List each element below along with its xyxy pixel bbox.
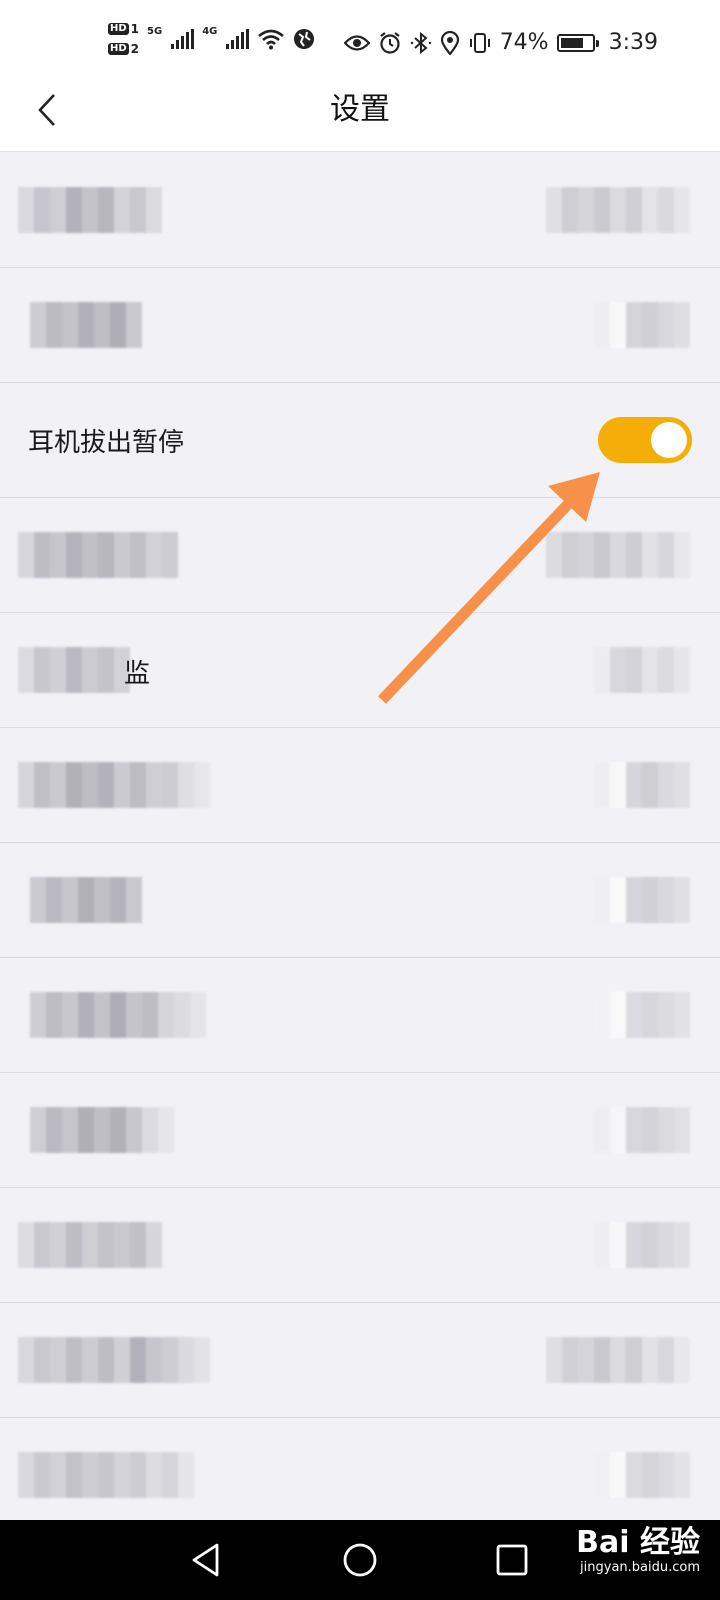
pixelated-toggle [594,1452,690,1498]
pixelated-label [18,762,210,808]
watermark-logo: Bai 经验 [576,1525,700,1560]
location-icon [440,30,459,55]
pixelated-label [18,647,130,693]
pixelated-label [30,877,142,923]
pixelated-toggle [594,647,690,693]
settings-row-blurred[interactable] [0,1418,720,1509]
settings-row-blurred[interactable] [0,1188,720,1303]
pixelated-toggle [594,302,690,348]
hd-indicators: HD 1 HD 2 [108,22,139,56]
settings-row-blurred[interactable] [0,958,720,1073]
back-triangle-icon [192,1543,219,1577]
pixelated-value [546,1337,690,1383]
pixelated-label [18,1222,162,1268]
recents-square-icon [496,1544,528,1576]
settings-row-blurred[interactable] [0,498,720,613]
headphone-pause-toggle[interactable] [598,417,692,463]
alarm-icon [380,31,400,54]
title-bar: 设置 [0,90,720,152]
pixelated-toggle [594,1107,690,1153]
nav-back-button[interactable] [184,1538,228,1582]
settings-row-blurred[interactable] [0,728,720,843]
settings-row-headphone-pause[interactable]: 耳机拔出暂停 [0,383,720,498]
hd2-badge: HD 2 [108,42,140,56]
battery-percent: 74% [499,30,549,55]
pixelated-value [546,187,690,233]
status-time: 3:39 [608,30,658,55]
settings-row-blurred[interactable] [0,1303,720,1418]
battery-icon [556,33,599,52]
settings-row-blurred[interactable] [0,843,720,958]
nav-home-button[interactable] [338,1538,382,1582]
partial-label-char: 监 [124,659,151,689]
pixelated-toggle [594,1222,690,1268]
bluetooth-icon [410,31,431,54]
battery-fill [560,37,583,48]
nav-recents-button[interactable] [490,1538,534,1582]
pixelated-label [30,302,142,348]
home-circle-icon [343,1543,377,1577]
pixelated-label [18,532,178,578]
settings-row-blurred[interactable] [0,1073,720,1188]
signal-1-icon [171,29,195,49]
eye-icon [343,34,370,51]
settings-row-blurred[interactable] [0,153,720,268]
baidu-jingyan-watermark: Bai 经验 jingyan.baidu.com [576,1526,700,1576]
hd1-badge: HD 1 [108,22,140,36]
pixelated-label [30,992,206,1038]
settings-screen: HD 1 HD 2 5G 4G 74% 3:39 设置 耳机拔出暂停 监 Bai… [0,0,720,1600]
page-title: 设置 [330,92,390,127]
pixelated-toggle [594,992,690,1038]
settings-list: 耳机拔出暂停 监 [0,153,720,1509]
watermark-url: jingyan.baidu.com [580,1560,700,1575]
pixelated-toggle [594,877,690,923]
status-left: HD 1 HD 2 5G 4G [108,22,315,56]
network-type-2: 4G [202,25,218,37]
pixelated-label [18,187,162,233]
pixelated-label [18,1452,194,1498]
globe-icon [294,29,315,49]
signal-2-icon [226,29,250,49]
headphone-pause-label: 耳机拔出暂停 [28,427,185,458]
pixelated-toggle [594,762,690,808]
pixelated-label [18,1337,210,1383]
pixelated-label [30,1107,174,1153]
toggle-knob [651,422,687,458]
settings-row-blurred[interactable]: 监 [0,613,720,728]
navigation-bar: Bai 经验 jingyan.baidu.com [0,1520,720,1600]
settings-row-blurred[interactable] [0,268,720,383]
wifi-icon [258,29,285,50]
status-bar: HD 1 HD 2 5G 4G 74% 3:39 [0,0,720,90]
vibrate-icon [469,32,490,53]
pixelated-value [546,532,690,578]
status-right: 74% 3:39 [343,30,658,55]
network-type-1: 5G [147,25,163,37]
